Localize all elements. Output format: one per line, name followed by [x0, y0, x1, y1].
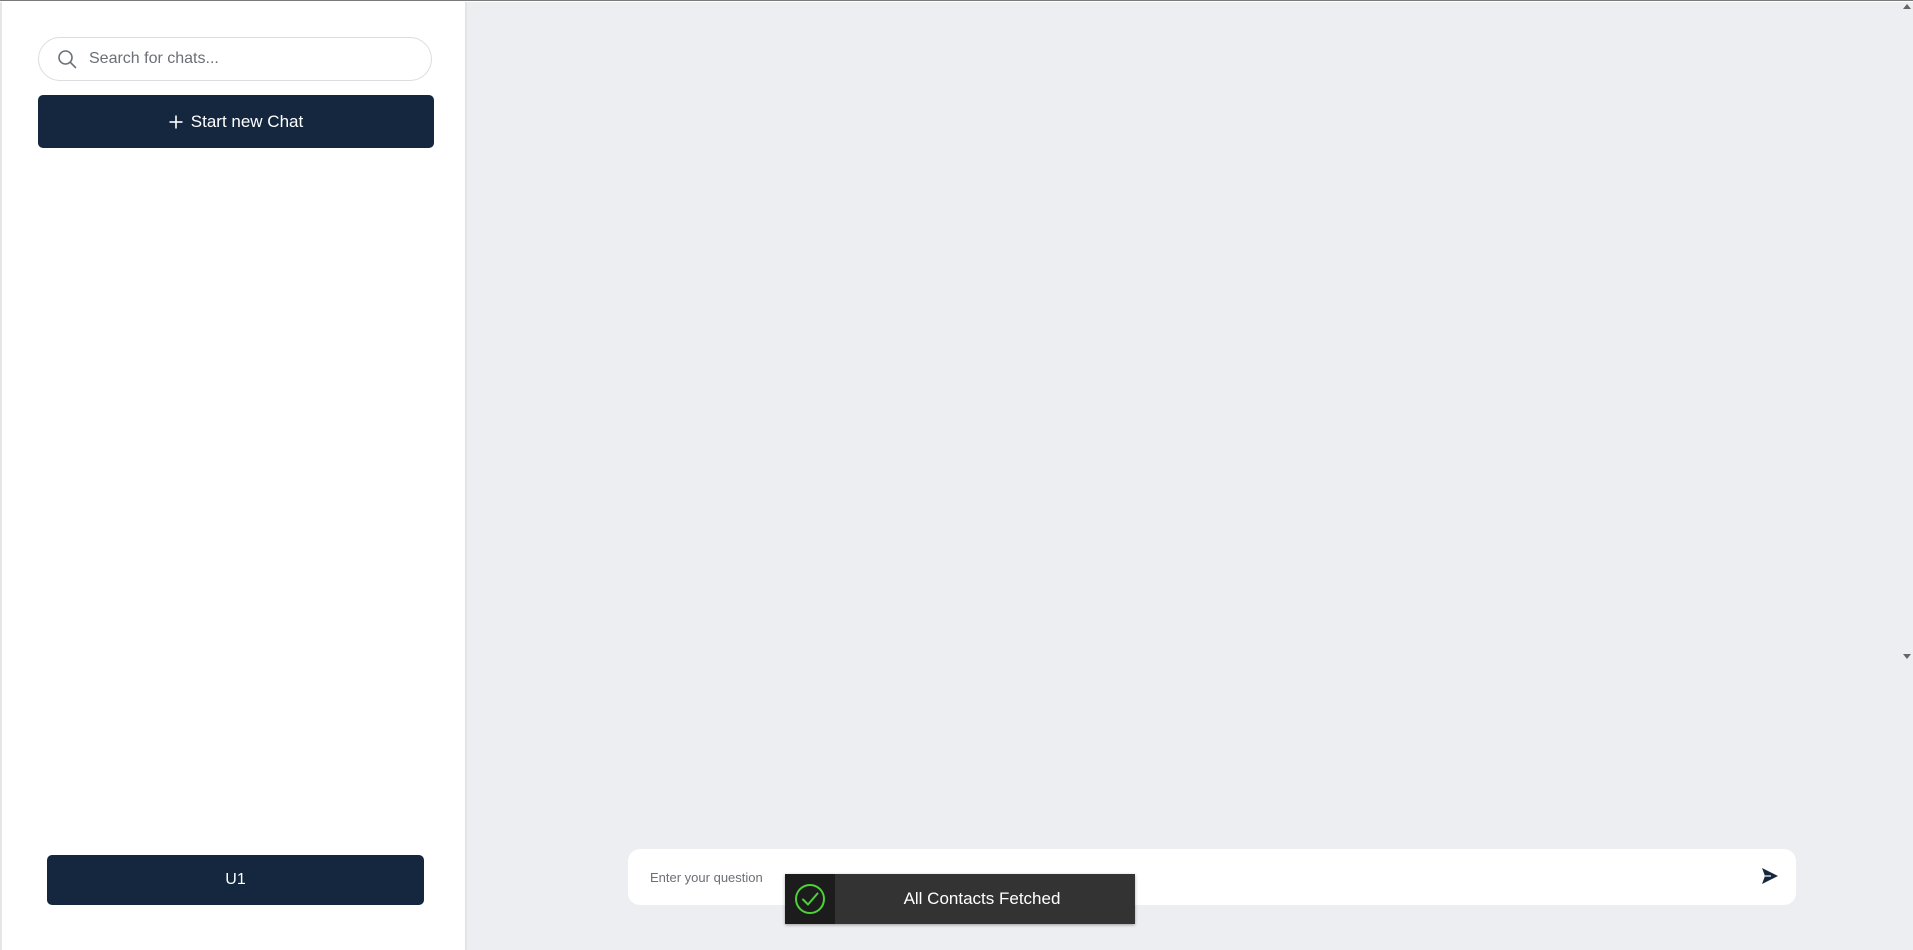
send-icon: [1762, 868, 1778, 884]
notification-toast: All Contacts Fetched: [785, 874, 1135, 924]
chat-app: Start new Chat U1 All Contacts Fetch: [0, 0, 1913, 950]
search-input[interactable]: [89, 38, 419, 80]
scroll-down-arrow-icon[interactable]: [1903, 654, 1911, 659]
toast-message: All Contacts Fetched: [903, 889, 1061, 908]
chat-main-area: [467, 2, 1913, 950]
start-new-chat-label: Start new Chat: [190, 111, 304, 131]
check-circle-icon: [795, 884, 825, 914]
scroll-up-arrow-icon[interactable]: [1903, 4, 1911, 9]
search-icon: [58, 50, 77, 69]
toast-icon-container: [785, 874, 835, 924]
sidebar: Start new Chat U1: [0, 2, 467, 950]
plus-icon: [169, 115, 183, 128]
user-profile-button[interactable]: U1: [47, 855, 424, 905]
start-new-chat-button[interactable]: Start new Chat: [38, 95, 434, 148]
search-box[interactable]: [38, 37, 432, 81]
send-button[interactable]: [1759, 866, 1781, 888]
user-label: U1: [225, 871, 246, 888]
